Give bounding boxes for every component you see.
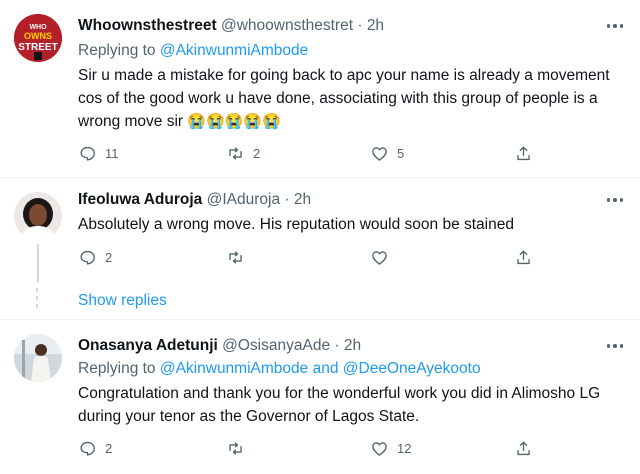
share-icon [517,440,530,455]
tweet-text: Absolutely a wrong move. His reputation … [78,213,623,236]
avatar[interactable] [14,334,62,382]
replying-to: Replying to @AkinwunmiAmbode and @DeeOne… [78,359,481,379]
show-replies-link[interactable]: Show replies [78,292,167,310]
tweet-header: Whoownsthestreet @whoownsthestret · 2h [78,16,384,36]
tweet-ifeoluwa-aduroja[interactable]: Ifeoluwa Aduroja @IAduroja · 2h Absolute… [0,178,640,318]
more-icon[interactable] [604,190,626,210]
svg-text:OWNS: OWNS [24,31,52,41]
retweet-button[interactable]: 2 [226,142,260,164]
avatar[interactable] [14,192,62,240]
tweet-onasanya-adetunji[interactable]: Onasanya Adetunji @OsisanyaAde · 2h Repl… [0,320,640,474]
tweet-actions: 11 2 5 [78,142,548,164]
like-icon [372,146,387,161]
reply-button[interactable]: 2 [78,246,112,268]
retweet-button[interactable] [226,437,253,459]
display-name[interactable]: Ifeoluwa Aduroja [78,191,202,208]
share-icon [517,249,530,264]
display-name[interactable]: Whoownsthestreet [78,17,217,34]
reply-icon [80,441,95,456]
separator-dot: · [357,17,363,34]
tweet-text: Congratulation and thank you for the won… [78,382,623,428]
more-icon[interactable] [604,16,626,36]
mention-link[interactable]: @AkinwunmiAmbode [160,42,308,59]
like-icon [372,441,387,456]
retweet-icon [229,441,242,455]
avatar-photo [14,334,62,382]
reply-count: 2 [105,440,113,456]
tweet-text-content: Absolutely a wrong move. His reputation … [78,216,514,233]
svg-text:WHO: WHO [29,24,47,31]
avatar[interactable]: WHO OWNS STREET [14,14,62,62]
like-button[interactable] [370,246,397,268]
mention-and: and [312,360,339,377]
separator-dot: · [334,337,340,354]
more-icon[interactable] [604,336,626,356]
replying-to-label: Replying to [78,360,156,377]
share-icon [517,145,530,160]
like-button[interactable]: 12 [370,437,411,459]
display-name[interactable]: Onasanya Adetunji [78,337,218,354]
svg-text:STREET: STREET [18,42,57,53]
replying-to: Replying to @AkinwunmiAmbode [78,41,308,61]
replying-to-label: Replying to [78,42,156,59]
share-button[interactable] [514,437,533,459]
mention-link-2[interactable]: @DeeOneAyekooto [343,360,481,377]
reply-button[interactable]: 11 [78,142,119,164]
user-handle[interactable]: @whoownsthestret [221,17,353,34]
thread-continuation-dots [36,288,38,308]
share-button[interactable] [514,142,533,164]
timestamp[interactable]: 2h [294,191,311,208]
tweet-text-content: Sir u made a mistake for going back to a… [78,67,610,130]
mention-link[interactable]: @AkinwunmiAmbode [160,360,308,377]
reply-count: 2 [105,249,113,265]
tweet-whoownsthestreet[interactable]: WHO OWNS STREET Whoownsthestreet @whoown… [0,0,640,172]
retweet-icon [229,250,242,264]
retweet-icon [229,146,242,160]
tweet-actions: 2 12 [78,437,548,459]
user-handle[interactable]: @IAduroja [207,191,280,208]
like-count: 12 [397,440,412,456]
tweet-text-content: Congratulation and thank you for the won… [78,385,601,425]
timestamp[interactable]: 2h [367,17,384,34]
tweet-header: Onasanya Adetunji @OsisanyaAde · 2h [78,336,361,356]
reply-count: 11 [105,145,119,161]
reply-icon [80,146,95,161]
like-count: 5 [397,145,405,161]
retweet-button[interactable] [226,246,253,268]
share-button[interactable] [514,246,533,268]
retweet-count: 2 [253,145,261,161]
reply-icon [80,250,95,265]
like-icon [372,250,387,265]
avatar-photo [14,192,62,240]
avatar-logo-image: WHO OWNS STREET [14,14,62,62]
reply-button[interactable]: 2 [78,437,112,459]
thread-line [37,244,39,282]
tweet-text: Sir u made a mistake for going back to a… [78,64,623,133]
timestamp[interactable]: 2h [344,337,361,354]
tweet-actions: 2 [78,246,548,268]
user-handle[interactable]: @OsisanyaAde [222,337,330,354]
separator-dot: · [284,191,290,208]
crying-emojis: 😭😭😭😭😭 [187,113,281,130]
like-button[interactable]: 5 [370,142,404,164]
tweet-header: Ifeoluwa Aduroja @IAduroja · 2h [78,190,311,210]
